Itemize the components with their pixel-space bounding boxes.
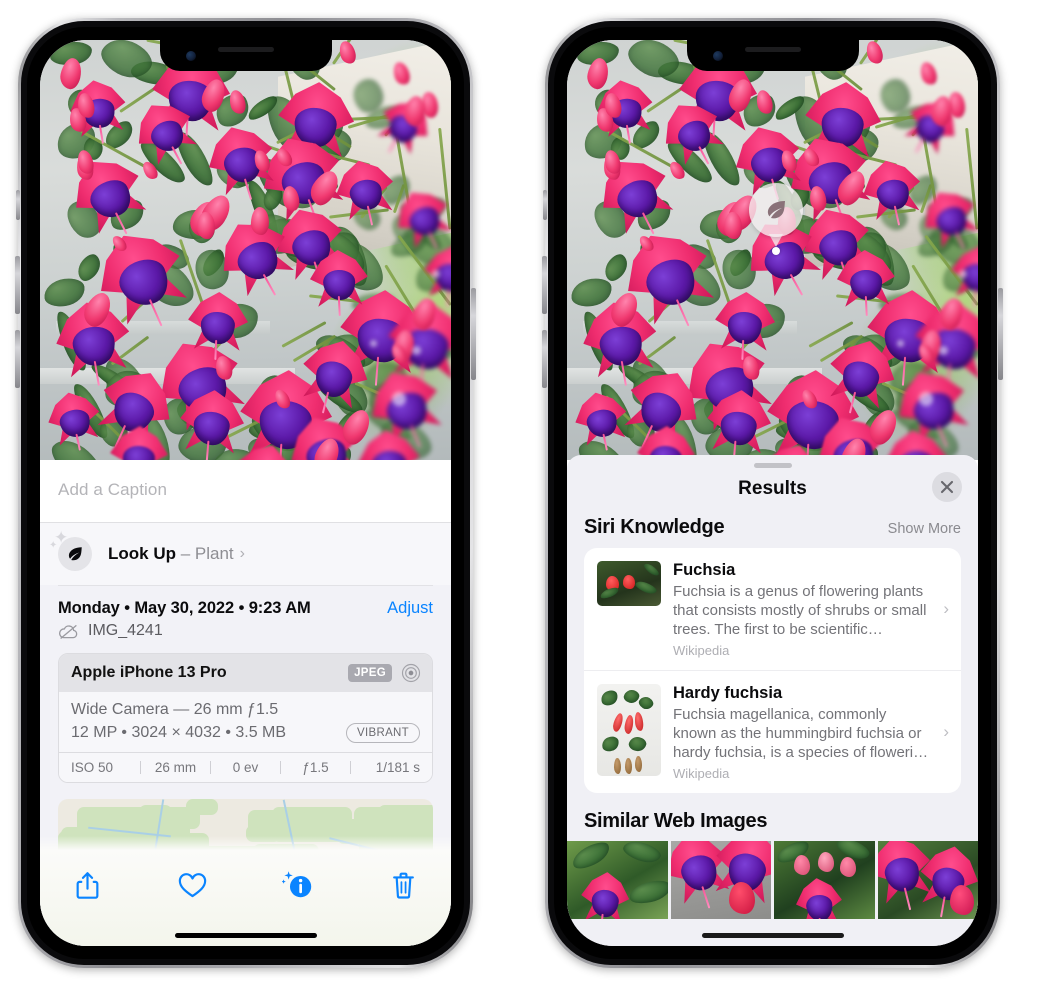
close-icon <box>940 480 954 494</box>
look-up-title: Look Up <box>108 544 176 563</box>
siri-knowledge-card: Fuchsia Fuchsia is a genus of flowering … <box>584 548 961 793</box>
similar-web-images-header: Similar Web Images <box>567 793 978 841</box>
exif-settings-row: ISO 50 26 mm 0 ev ƒ1.5 1/181 s <box>59 752 432 782</box>
leaf-icon <box>767 201 785 219</box>
photo-viewer[interactable] <box>40 40 451 460</box>
show-more-button[interactable]: Show More <box>888 521 961 537</box>
photographic-style-badge: VIBRANT <box>346 723 420 743</box>
filename-row: IMG_4241 <box>40 621 451 653</box>
home-indicator[interactable] <box>701 933 844 938</box>
section-title: Siri Knowledge <box>584 516 725 538</box>
toolbar-fade <box>40 836 451 850</box>
earpiece-speaker <box>744 47 801 52</box>
result-title: Fuchsia <box>673 561 736 579</box>
web-image-thumbnail[interactable] <box>774 841 875 919</box>
look-up-label: Look Up – Plant <box>108 544 234 564</box>
earpiece-speaker <box>217 47 274 52</box>
volume-up-button[interactable] <box>15 256 20 314</box>
heart-icon <box>178 873 207 898</box>
close-button[interactable] <box>932 472 962 502</box>
section-title: Similar Web Images <box>584 810 768 832</box>
result-source: Wikipedia <box>673 643 730 658</box>
sparkle-icon-small: ✦ <box>49 540 58 551</box>
info-sparkle-icon <box>282 871 312 898</box>
metadata-row: Monday • May 30, 2022 • 9:23 AM Adjust <box>40 586 451 621</box>
similar-web-images-strip[interactable] <box>567 841 978 919</box>
favorite-button[interactable] <box>172 864 214 906</box>
exif-badges: JPEG <box>348 663 421 683</box>
front-camera-icon <box>712 51 723 61</box>
visual-look-up-anchor-dot <box>772 247 780 255</box>
power-button[interactable] <box>471 288 476 380</box>
exif-exposure-compensation: 0 ev <box>232 760 259 775</box>
volume-down-button[interactable] <box>15 330 20 388</box>
photo-viewer[interactable] <box>567 40 978 460</box>
list-item[interactable]: Fuchsia Fuchsia is a genus of flowering … <box>584 548 961 670</box>
delete-button[interactable] <box>383 864 425 906</box>
chevron-right-icon: › <box>239 545 245 562</box>
look-up-subject: Plant <box>194 544 234 563</box>
icloud-slash-icon <box>59 624 78 639</box>
chevron-right-icon: › <box>943 599 949 618</box>
share-icon <box>76 871 98 899</box>
home-indicator[interactable] <box>174 933 317 938</box>
result-description: Fuchsia magellanica, commonly known as t… <box>673 706 929 761</box>
phone-right: Results Siri Knowledge Show More Fuchsia… <box>542 18 1003 968</box>
list-item[interactable]: Hardy fuchsia Fuchsia magellanica, commo… <box>584 670 961 793</box>
aperture-icon <box>401 663 421 683</box>
caption-input[interactable]: Add a Caption <box>40 460 451 522</box>
look-up-dash: – <box>176 544 195 563</box>
trash-icon <box>393 872 415 899</box>
results-sheet: Results Siri Knowledge Show More Fuchsia… <box>567 455 978 946</box>
notch <box>686 40 859 71</box>
photo-toolbar <box>40 836 451 946</box>
web-image-thumbnail[interactable] <box>877 841 978 919</box>
exif-card[interactable]: Apple iPhone 13 Pro JPEG Wide Camera — 2… <box>58 653 433 783</box>
resolution-info: 12 MP • 3024 × 4032 • 3.5 MB <box>71 724 287 741</box>
resolution-row: 12 MP • 3024 × 4032 • 3.5 MB VIBRANT <box>71 723 420 743</box>
camera-model: Apple iPhone 13 Pro <box>71 664 227 681</box>
volume-down-button[interactable] <box>542 330 547 388</box>
exif-body: Wide Camera — 26 mm ƒ1.5 12 MP • 3024 × … <box>59 692 432 752</box>
photo-date: Monday • May 30, 2022 • 9:23 AM <box>58 599 311 617</box>
front-camera-icon <box>185 51 196 61</box>
phone-screen-right: Results Siri Knowledge Show More Fuchsia… <box>567 40 978 946</box>
web-image-thumbnail[interactable] <box>567 841 668 919</box>
siri-knowledge-header: Siri Knowledge Show More <box>567 516 978 548</box>
share-button[interactable] <box>66 864 108 906</box>
result-text: Fuchsia Fuchsia is a genus of flowering … <box>673 561 949 658</box>
chevron-right-icon: › <box>943 722 949 741</box>
visual-look-up-badge[interactable] <box>749 183 803 237</box>
look-up-row[interactable]: ✦ ✦ Look Up – Plant › <box>40 523 451 585</box>
volume-up-button[interactable] <box>542 256 547 314</box>
info-button[interactable] <box>277 864 319 906</box>
exif-header: Apple iPhone 13 Pro JPEG <box>59 654 432 692</box>
adjust-button[interactable]: Adjust <box>387 599 433 618</box>
mute-switch[interactable] <box>16 190 20 220</box>
results-title: Results <box>738 478 807 499</box>
exif-iso: ISO 50 <box>71 760 114 775</box>
result-thumbnail <box>597 561 661 606</box>
exif-focal-length: 26 mm <box>154 760 197 775</box>
phone-screen-left: Add a Caption ✦ ✦ Look Up – Plant › Mond… <box>40 40 451 946</box>
phone-left: Add a Caption ✦ ✦ Look Up – Plant › Mond… <box>15 18 476 968</box>
result-thumbnail <box>597 684 661 776</box>
result-source: Wikipedia <box>673 766 730 781</box>
lens-info: Wide Camera — 26 mm ƒ1.5 <box>71 701 279 718</box>
leaf-icon: ✦ ✦ <box>49 529 92 571</box>
screenshot-canvas: Add a Caption ✦ ✦ Look Up – Plant › Mond… <box>0 0 1055 985</box>
result-description: Fuchsia is a genus of flowering plants t… <box>673 583 927 638</box>
photo-filename: IMG_4241 <box>88 622 163 639</box>
result-text: Hardy fuchsia Fuchsia magellanica, commo… <box>673 684 949 781</box>
exif-shutter-speed: 1/181 s <box>375 760 420 775</box>
notch <box>159 40 332 71</box>
power-button[interactable] <box>998 288 1003 380</box>
format-badge: JPEG <box>348 664 392 682</box>
web-image-thumbnail[interactable] <box>670 841 771 919</box>
exif-aperture: ƒ1.5 <box>302 760 329 775</box>
result-title: Hardy fuchsia <box>673 684 783 702</box>
results-header: Results <box>567 468 978 516</box>
mute-switch[interactable] <box>543 190 547 220</box>
